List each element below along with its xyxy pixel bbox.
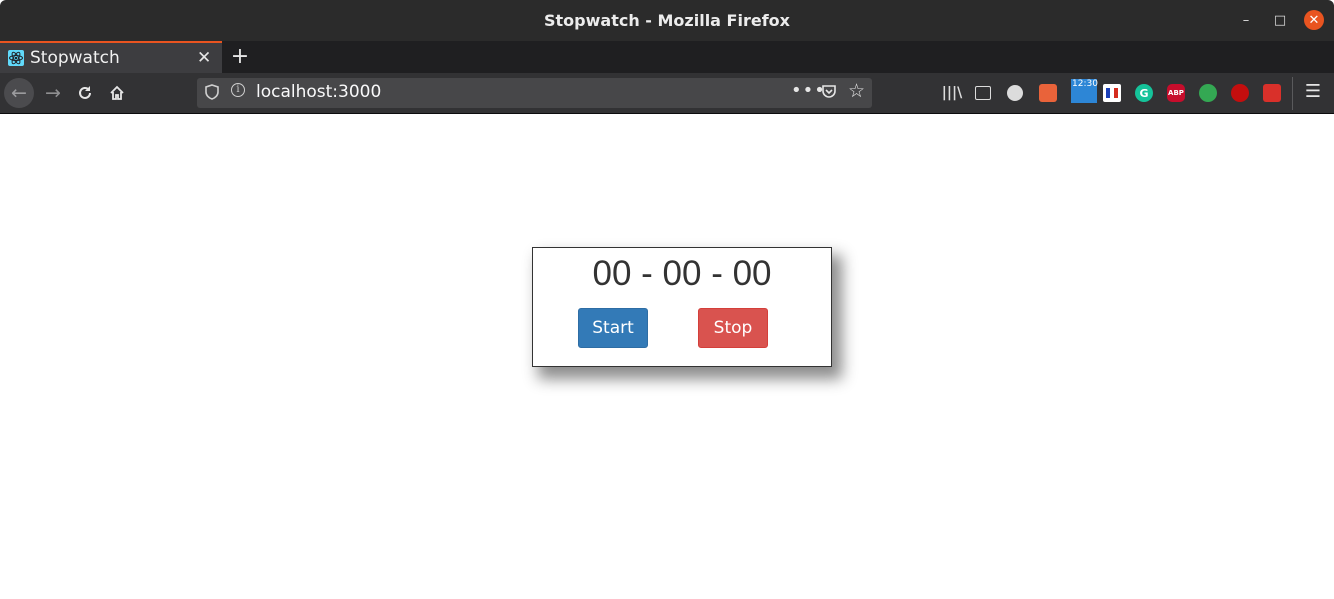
minimize-button[interactable]: – [1236, 10, 1256, 30]
close-window-button[interactable]: ✕ [1304, 10, 1324, 30]
page-content: 00 - 00 - 00 Start Stop [0, 115, 1334, 599]
grammarly-icon[interactable]: G [1135, 84, 1153, 102]
hamburger-menu-icon[interactable]: ☰ [1304, 81, 1322, 102]
tab-stopwatch[interactable]: Stopwatch ✕ [0, 41, 222, 73]
title-bar: Stopwatch - Mozilla Firefox – □ ✕ [0, 0, 1334, 41]
url-bar[interactable]: i localhost:3000 ••• ☆ [197, 78, 872, 108]
maximize-button[interactable]: □ [1270, 10, 1290, 30]
red-extension-icon[interactable] [1231, 84, 1249, 102]
close-tab-icon[interactable]: ✕ [197, 48, 211, 68]
new-tab-button[interactable]: + [230, 44, 250, 69]
green-extension-icon[interactable] [1199, 84, 1217, 102]
account-icon[interactable] [1007, 85, 1023, 101]
window-title: Stopwatch - Mozilla Firefox [544, 11, 790, 30]
url-text[interactable]: localhost:3000 [256, 82, 381, 102]
arrow-left-icon: ← [11, 82, 27, 104]
sidebar-icon[interactable] [975, 86, 991, 100]
stopwatch-panel: 00 - 00 - 00 Start Stop [532, 247, 832, 367]
toolbar-divider [1292, 77, 1293, 110]
reload-button[interactable] [70, 78, 100, 108]
stop-button[interactable]: Stop [698, 308, 768, 348]
tab-title: Stopwatch [30, 48, 120, 68]
reload-icon [79, 86, 91, 99]
browser-window: Stopwatch - Mozilla Firefox – □ ✕ Stopwa… [0, 0, 1334, 599]
forward-button[interactable]: → [38, 78, 68, 108]
clock-extension-icon[interactable]: 12:30 [1071, 79, 1098, 103]
time-display: 00 - 00 - 00 [592, 254, 772, 293]
home-button[interactable] [102, 78, 132, 108]
home-icon [110, 85, 124, 100]
site-info-icon[interactable]: i [231, 83, 245, 97]
flag-extension-icon[interactable] [1103, 84, 1121, 102]
tab-strip: Stopwatch ✕ + [0, 41, 1334, 73]
back-button[interactable]: ← [4, 78, 34, 108]
navigation-bar: ← → i localhost:3000 ••• ☆ |||\ 12:30 G … [0, 73, 1334, 114]
pocket-icon[interactable] [821, 84, 837, 100]
bookmark-star-icon[interactable]: ☆ [848, 80, 865, 102]
start-button[interactable]: Start [578, 308, 648, 348]
tracking-shield-icon[interactable] [205, 84, 219, 100]
library-icon[interactable]: |||\ [942, 84, 962, 102]
extension-icon[interactable] [1039, 84, 1057, 102]
arrow-right-icon: → [45, 82, 61, 104]
react-icon [8, 50, 24, 66]
adblock-plus-icon[interactable]: ABP [1167, 84, 1185, 102]
extension-icon[interactable] [1263, 84, 1281, 102]
flag-icon [1106, 88, 1118, 98]
